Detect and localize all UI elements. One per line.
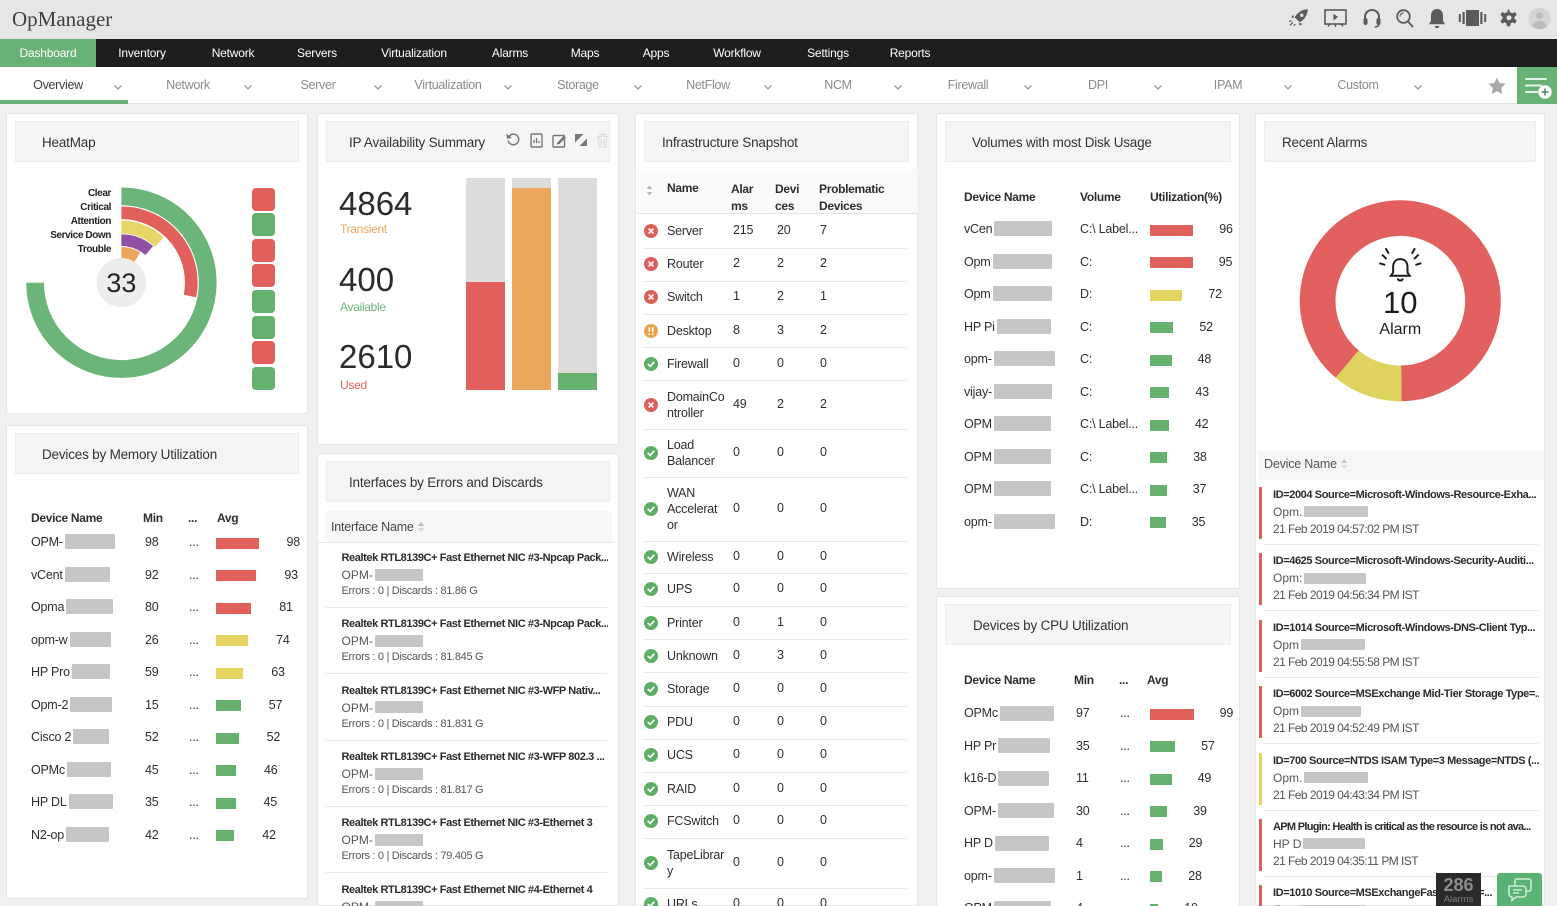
svg-text:10: 10 [1383, 285, 1417, 320]
svg-text:Alarm: Alarm [1379, 321, 1421, 338]
svg-text:33: 33 [106, 268, 136, 298]
